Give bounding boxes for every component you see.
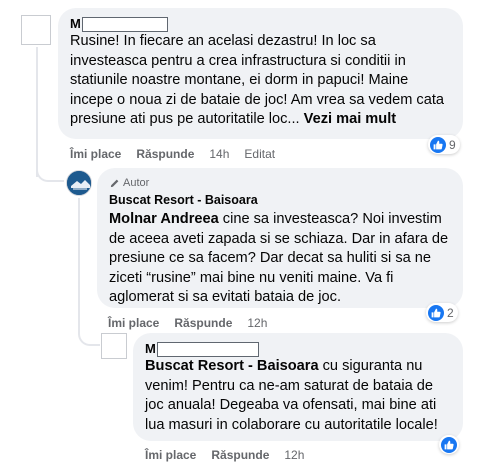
avatar[interactable] — [21, 15, 51, 45]
author-initial: M — [145, 341, 156, 356]
reaction-badge[interactable] — [439, 435, 459, 454]
comment-text: Rusine! In fiecare an acelasi dezastru! … — [70, 32, 451, 130]
like-button[interactable]: Îmi place — [145, 447, 196, 463]
redacted-name-box — [156, 342, 259, 358]
comment-author[interactable]: M — [145, 341, 451, 358]
reaction-count[interactable]: 9 — [428, 135, 460, 154]
thread-connector — [78, 318, 100, 346]
comment-author[interactable]: M — [70, 16, 451, 33]
comment-actions: Îmi place Răspunde 12h — [108, 315, 267, 331]
comment-actions: Îmi place Răspunde 12h — [145, 447, 304, 463]
comment-author[interactable]: Buscat Resort - Baisoara — [109, 192, 451, 208]
reaction-number: 2 — [447, 305, 454, 320]
like-reaction-icon — [441, 436, 457, 453]
edited-label: Editat — [244, 147, 276, 161]
comment-actions: Îmi place Răspunde 14h Editat — [70, 146, 275, 162]
reply-button[interactable]: Răspunde — [174, 315, 232, 331]
comment-bubble: M Buscat Resort - Baisoara cu siguranta … — [133, 333, 463, 441]
pencil-icon — [110, 179, 119, 187]
author-badge-label: Autor — [123, 177, 150, 189]
thread-connector — [36, 160, 64, 182]
like-reaction-icon — [430, 136, 446, 153]
thread-line — [36, 47, 38, 177]
page-avatar[interactable] — [66, 170, 92, 196]
reaction-number: 9 — [449, 137, 456, 152]
see-more-link[interactable]: Vezi mai mult — [304, 111, 396, 127]
comment-text: Buscat Resort - Baisoara cu siguranta nu… — [145, 357, 451, 435]
like-button[interactable]: Îmi place — [70, 146, 121, 162]
timestamp[interactable]: 14h — [209, 146, 229, 162]
redacted-name-box — [81, 17, 168, 33]
timestamp[interactable]: 12h — [284, 447, 304, 463]
thread-line — [78, 198, 80, 318]
comment-text: Molnar Andreea cine sa investeasca? Noi … — [109, 210, 451, 308]
avatar[interactable] — [101, 333, 127, 359]
reply-button[interactable]: Răspunde — [136, 146, 194, 162]
comment-bubble: M Rusine! In fiecare an acelasi dezastru… — [58, 8, 463, 139]
comment-bubble: Autor Buscat Resort - Baisoara Molnar An… — [97, 168, 463, 308]
like-reaction-icon — [428, 304, 444, 321]
mention-link[interactable]: Molnar Andreea — [109, 211, 219, 227]
author-badge: Autor — [109, 176, 451, 190]
reaction-count[interactable]: 2 — [426, 303, 458, 322]
like-button[interactable]: Îmi place — [108, 315, 159, 331]
reply-button[interactable]: Răspunde — [211, 447, 269, 463]
mention-link[interactable]: Buscat Resort - Baisoara — [145, 358, 319, 374]
author-initial: M — [70, 16, 81, 31]
timestamp[interactable]: 12h — [247, 315, 267, 331]
